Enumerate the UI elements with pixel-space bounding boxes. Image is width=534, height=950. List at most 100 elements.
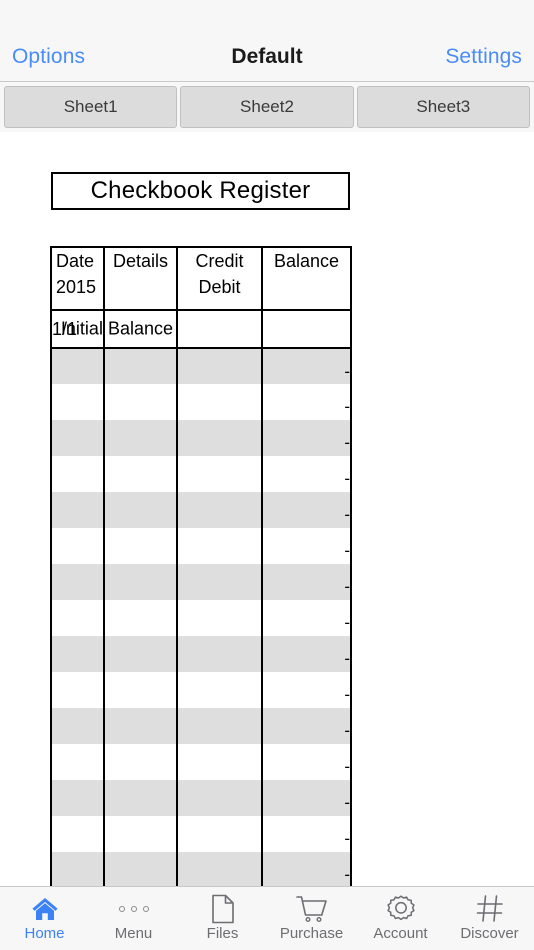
cell-details[interactable]: [103, 600, 178, 636]
cell-balance[interactable]: -: [261, 708, 352, 744]
cell-credit-debit[interactable]: [176, 744, 263, 780]
cell-details[interactable]: [103, 672, 178, 708]
cell-details[interactable]: [103, 384, 178, 420]
header-cell-details[interactable]: Details: [103, 246, 178, 311]
cell-details[interactable]: [103, 780, 178, 816]
cell-details[interactable]: [103, 564, 178, 600]
header-cell-balance[interactable]: Balance: [261, 246, 352, 311]
table-row[interactable]: -: [50, 348, 352, 384]
cell-details[interactable]: [103, 708, 178, 744]
cell-date[interactable]: [50, 456, 105, 492]
options-button[interactable]: Options: [12, 45, 85, 69]
cell-credit-debit[interactable]: [176, 456, 263, 492]
tab-item-menu[interactable]: Menu: [89, 887, 178, 950]
table-row[interactable]: -: [50, 708, 352, 744]
settings-button[interactable]: Settings: [445, 45, 522, 69]
table-row[interactable]: -: [50, 780, 352, 816]
cell-balance[interactable]: -: [261, 348, 352, 384]
table-row[interactable]: -: [50, 528, 352, 564]
tab-item-discover[interactable]: Discover: [445, 887, 534, 950]
cell-credit-debit[interactable]: [176, 348, 263, 384]
cell-balance[interactable]: -: [261, 564, 352, 600]
table-row[interactable]: -: [50, 456, 352, 492]
tab-item-purchase[interactable]: Purchase: [267, 887, 356, 950]
header-cell-date[interactable]: Date 2015: [50, 246, 105, 311]
cell-date[interactable]: [50, 816, 105, 852]
cell-initial-credit-debit[interactable]: [176, 309, 263, 349]
cell-date[interactable]: [50, 852, 105, 888]
header-details-line1: Details: [112, 251, 169, 271]
cell-credit-debit[interactable]: [176, 384, 263, 420]
tab-item-files[interactable]: Files: [178, 887, 267, 950]
cell-credit-debit[interactable]: [176, 564, 263, 600]
cell-credit-debit[interactable]: [176, 528, 263, 564]
table-row[interactable]: -: [50, 816, 352, 852]
cell-date[interactable]: [50, 384, 105, 420]
cell-credit-debit[interactable]: [176, 492, 263, 528]
cell-date[interactable]: [50, 420, 105, 456]
cell-details[interactable]: [103, 528, 178, 564]
register-title-box[interactable]: Checkbook Register: [51, 172, 350, 210]
cell-credit-debit[interactable]: [176, 672, 263, 708]
tab-item-home[interactable]: Home: [0, 887, 89, 950]
cell-details[interactable]: [103, 636, 178, 672]
cell-date[interactable]: [50, 492, 105, 528]
header-cell-credit-debit[interactable]: Credit Debit: [176, 246, 263, 311]
cell-credit-debit[interactable]: [176, 420, 263, 456]
cell-credit-debit[interactable]: [176, 816, 263, 852]
cell-date[interactable]: [50, 636, 105, 672]
cell-details[interactable]: [103, 744, 178, 780]
cell-credit-debit[interactable]: [176, 600, 263, 636]
spreadsheet-canvas[interactable]: Checkbook Register Date 2015 Details Cre…: [0, 132, 534, 900]
tab-item-account[interactable]: Account: [356, 887, 445, 950]
cell-initial-details[interactable]: Initial Balance: [61, 309, 178, 349]
cell-details[interactable]: [103, 456, 178, 492]
table-row[interactable]: -: [50, 492, 352, 528]
table-row[interactable]: -: [50, 636, 352, 672]
cell-date[interactable]: [50, 348, 105, 384]
table-row[interactable]: -: [50, 420, 352, 456]
sheet-tab-bar: Sheet1 Sheet2 Sheet3: [0, 82, 534, 132]
cell-date[interactable]: [50, 744, 105, 780]
cell-date[interactable]: [50, 780, 105, 816]
sheet-tab-sheet3[interactable]: Sheet3: [356, 85, 530, 128]
cell-balance[interactable]: -: [261, 780, 352, 816]
table-row[interactable]: -: [50, 600, 352, 636]
sheet-tab-sheet2[interactable]: Sheet2: [180, 85, 354, 128]
cell-balance[interactable]: -: [261, 600, 352, 636]
cell-credit-debit[interactable]: [176, 636, 263, 672]
cell-details[interactable]: [103, 348, 178, 384]
header-balance-line1: Balance: [273, 251, 340, 271]
cell-details[interactable]: [103, 492, 178, 528]
cell-balance[interactable]: -: [261, 492, 352, 528]
checkbook-register-table[interactable]: Date 2015 Details Credit Debit Balance 1…: [50, 246, 352, 888]
cell-details[interactable]: [103, 852, 178, 888]
cell-details[interactable]: [103, 816, 178, 852]
cell-balance[interactable]: -: [261, 420, 352, 456]
table-row[interactable]: -: [50, 852, 352, 888]
table-row[interactable]: -: [50, 744, 352, 780]
cell-date[interactable]: [50, 528, 105, 564]
cell-date[interactable]: [50, 708, 105, 744]
cell-credit-debit[interactable]: [176, 708, 263, 744]
cell-balance[interactable]: -: [261, 456, 352, 492]
cell-balance[interactable]: -: [261, 672, 352, 708]
table-row[interactable]: -: [50, 564, 352, 600]
cell-date[interactable]: [50, 600, 105, 636]
cell-balance[interactable]: -: [261, 636, 352, 672]
table-row[interactable]: -: [50, 672, 352, 708]
cell-initial-balance[interactable]: [261, 309, 352, 349]
initial-balance-row[interactable]: 1/1 Initial Balance: [50, 309, 352, 349]
cell-date[interactable]: [50, 672, 105, 708]
cell-balance[interactable]: -: [261, 528, 352, 564]
cell-balance[interactable]: -: [261, 852, 352, 888]
cell-balance[interactable]: -: [261, 384, 352, 420]
cell-credit-debit[interactable]: [176, 852, 263, 888]
cell-balance[interactable]: -: [261, 816, 352, 852]
cell-balance[interactable]: -: [261, 744, 352, 780]
table-row[interactable]: -: [50, 384, 352, 420]
sheet-tab-sheet1[interactable]: Sheet1: [4, 85, 178, 128]
cell-date[interactable]: [50, 564, 105, 600]
cell-details[interactable]: [103, 420, 178, 456]
cell-credit-debit[interactable]: [176, 780, 263, 816]
